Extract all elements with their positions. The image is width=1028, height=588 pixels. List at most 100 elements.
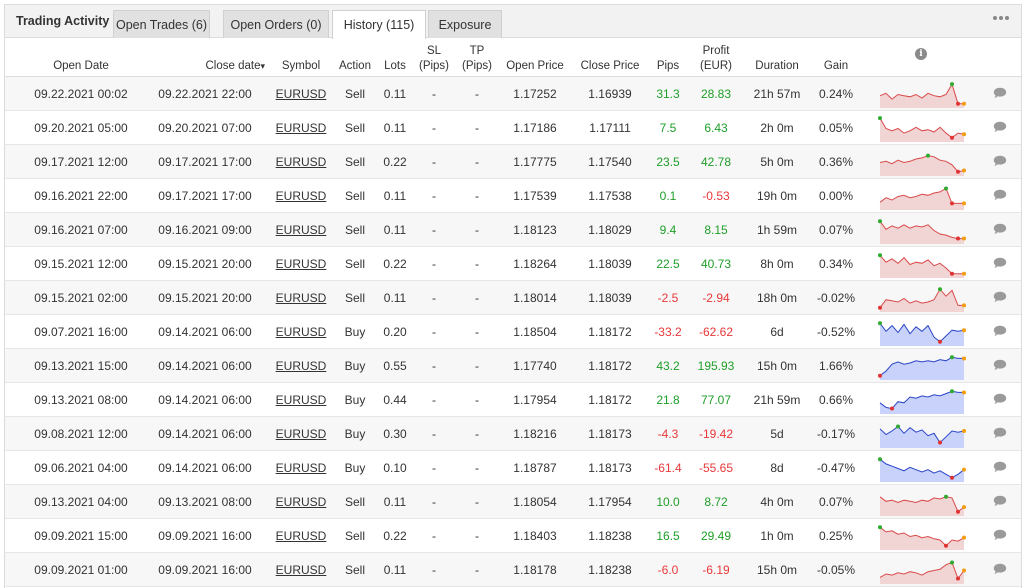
tab-history[interactable]: History (115): [332, 10, 426, 39]
symbol-link[interactable]: EURUSD: [276, 223, 327, 237]
open-price-cell-wrap: 1.18014: [501, 281, 569, 314]
table-row[interactable]: 09.22.2021 00:02 09.22.2021 22:00 EURUSD Se…: [5, 77, 1021, 111]
close-date-cell-wrap: 09.15.2021 20:00: [145, 247, 265, 280]
close-date-cell-wrap: 09.22.2021 22:00: [145, 77, 265, 110]
symbol-link[interactable]: EURUSD: [276, 529, 327, 543]
comment-icon[interactable]: [993, 495, 1007, 507]
comment-icon[interactable]: [993, 325, 1007, 337]
duration-cell-wrap: 6d: [747, 315, 807, 348]
comment-icon[interactable]: [993, 461, 1007, 473]
tab-open-trades[interactable]: Open Trades (6): [113, 10, 210, 38]
col-sl[interactable]: SL (Pips): [415, 38, 453, 77]
symbol-link-wrap: EURUSD: [273, 111, 329, 144]
symbol-link[interactable]: EURUSD: [276, 155, 327, 169]
col-duration[interactable]: Duration: [747, 38, 807, 77]
table-row[interactable]: 09.16.2021 22:00 09.17.2021 17:00 EURUSD Se…: [5, 179, 1021, 213]
comment-icon[interactable]: [993, 155, 1007, 167]
gain-cell: 0.36%: [818, 154, 854, 169]
comment-icon[interactable]: [993, 359, 1007, 371]
open-date-cell: 09.07.2021 16:00: [34, 324, 128, 339]
col-symbol[interactable]: Symbol: [273, 38, 329, 77]
symbol-link[interactable]: EURUSD: [276, 495, 327, 509]
col-action[interactable]: Action: [334, 38, 376, 77]
col-profit-label: Profit: [702, 45, 730, 57]
pips-cell-wrap: 16.5: [649, 519, 687, 552]
more-dots-icon[interactable]: [993, 15, 1009, 21]
table-row[interactable]: 09.13.2021 04:00 09.13.2021 08:00 EURUSD Se…: [5, 485, 1021, 519]
col-tp[interactable]: TP (Pips): [458, 38, 496, 77]
action-cell-wrap: Sell: [334, 281, 376, 314]
table-row[interactable]: 09.08.2021 12:00 09.14.2021 06:00 EURUSD Bu…: [5, 417, 1021, 451]
sparkline-max-marker: [938, 287, 942, 292]
close-price-cell-wrap: 1.18029: [575, 213, 645, 246]
comment-icon[interactable]: [993, 563, 1007, 575]
tab-open-orders[interactable]: Open Orders (0): [223, 10, 329, 38]
profit-cell-wrap: 195.93: [693, 349, 739, 382]
col-close-price[interactable]: Close Price: [575, 38, 645, 77]
comment-icon[interactable]: [993, 427, 1007, 439]
sparkline-max-marker: [878, 321, 882, 326]
action-cell: Sell: [344, 188, 365, 203]
info-icon[interactable]: i: [915, 48, 927, 60]
symbol-link[interactable]: EURUSD: [276, 393, 327, 407]
symbol-link[interactable]: EURUSD: [276, 427, 327, 441]
symbol-link[interactable]: EURUSD: [276, 325, 327, 339]
tp-cell-wrap: -: [458, 553, 496, 586]
col-lots[interactable]: Lots: [377, 38, 413, 77]
table-row[interactable]: 09.07.2021 16:00 09.14.2021 06:00 EURUSD Bu…: [5, 315, 1021, 349]
symbol-link-wrap: EURUSD: [273, 451, 329, 484]
trade-sparkline: [879, 424, 966, 448]
table-row[interactable]: 09.13.2021 15:00 09.14.2021 06:00 EURUSD Bu…: [5, 349, 1021, 383]
close-price-cell: 1.17954: [588, 494, 632, 509]
table-row[interactable]: 09.16.2021 07:00 09.16.2021 09:00 EURUSD Se…: [5, 213, 1021, 247]
tab-exposure[interactable]: Exposure: [428, 10, 502, 38]
table-row[interactable]: 09.15.2021 12:00 09.15.2021 20:00 EURUSD Se…: [5, 247, 1021, 281]
comment-icon[interactable]: [993, 87, 1007, 99]
col-close-date[interactable]: Close date ▾: [153, 38, 265, 77]
duration-cell: 5d: [770, 426, 784, 441]
col-open-price[interactable]: Open Price: [501, 38, 569, 77]
symbol-link[interactable]: EURUSD: [276, 121, 327, 135]
symbol-link-wrap: EURUSD: [273, 349, 329, 382]
comment-icon[interactable]: [993, 189, 1007, 201]
symbol-link[interactable]: EURUSD: [276, 87, 327, 101]
open-price-cell: 1.18403: [513, 528, 557, 543]
table-row[interactable]: 09.09.2021 15:00 09.09.2021 16:00 EURUSD Se…: [5, 519, 1021, 553]
comment-icon[interactable]: [993, 223, 1007, 235]
symbol-link[interactable]: EURUSD: [276, 461, 327, 475]
symbol-link[interactable]: EURUSD: [276, 291, 327, 305]
tp-cell: -: [475, 188, 479, 203]
action-cell: Sell: [344, 222, 365, 237]
profit-cell-wrap: -6.19: [693, 553, 739, 586]
table-row[interactable]: 09.17.2021 12:00 09.17.2021 17:00 EURUSD Se…: [5, 145, 1021, 179]
col-gain[interactable]: Gain: [811, 38, 861, 77]
sparkline-area: [880, 84, 964, 108]
close-price-cell: 1.17111: [589, 120, 631, 135]
col-open-date[interactable]: Open Date: [25, 38, 137, 77]
symbol-link[interactable]: EURUSD: [276, 257, 327, 271]
table-row[interactable]: 09.13.2021 08:00 09.14.2021 06:00 EURUSD Bu…: [5, 383, 1021, 417]
col-pips[interactable]: Pips: [649, 38, 687, 77]
comment-icon[interactable]: [993, 291, 1007, 303]
table-row[interactable]: 09.09.2021 01:00 09.09.2021 16:00 EURUSD Se…: [5, 553, 1021, 587]
table-row[interactable]: 09.15.2021 02:00 09.15.2021 20:00 EURUSD Se…: [5, 281, 1021, 315]
table-row[interactable]: 09.20.2021 05:00 09.20.2021 07:00 EURUSD Se…: [5, 111, 1021, 145]
close-price-cell-wrap: 1.17954: [575, 485, 645, 518]
gain-cell-wrap: 0.00%: [811, 179, 861, 212]
comment-icon[interactable]: [993, 121, 1007, 133]
comment-icon[interactable]: [993, 529, 1007, 541]
gain-cell-wrap: 0.07%: [811, 485, 861, 518]
tp-cell: -: [475, 154, 479, 169]
comment-icon[interactable]: [993, 393, 1007, 405]
lots-cell: 0.22: [383, 528, 407, 543]
open-date-cell-wrap: 09.06.2021 04:00: [25, 451, 137, 484]
symbol-link[interactable]: EURUSD: [276, 563, 327, 577]
comment-icon[interactable]: [993, 257, 1007, 269]
table-row[interactable]: 09.06.2021 04:00 09.14.2021 06:00 EURUSD Bu…: [5, 451, 1021, 485]
symbol-link[interactable]: EURUSD: [276, 189, 327, 203]
action-cell-wrap: Buy: [334, 383, 376, 416]
symbol-link[interactable]: EURUSD: [276, 359, 327, 373]
lots-cell-wrap: 0.44: [377, 383, 413, 416]
sl-cell: -: [432, 154, 436, 169]
col-profit[interactable]: Profit (EUR): [693, 38, 739, 77]
